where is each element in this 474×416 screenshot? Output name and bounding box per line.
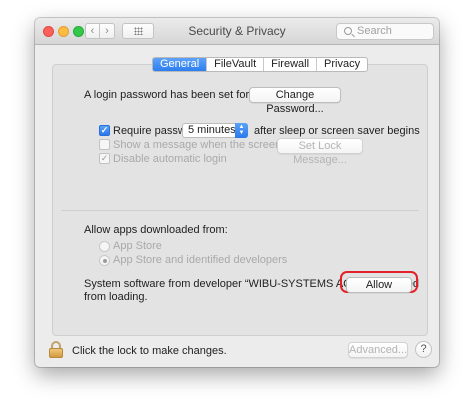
allow-apps-heading: Allow apps downloaded from: <box>84 224 228 236</box>
tab-privacy[interactable]: Privacy <box>316 58 367 71</box>
search-field[interactable]: Search <box>336 23 434 40</box>
radio-identified-developers-label: App Store and identified developers <box>113 254 288 266</box>
set-lock-message-button[interactable]: Set Lock Message... <box>277 138 363 166</box>
require-password-delay-select[interactable]: 5 minutes ▲ ▼ <box>182 123 248 138</box>
lock-icon[interactable] <box>49 341 63 358</box>
radio-app-store-label: App Store <box>113 240 162 252</box>
security-privacy-window: ‹ › Security & Privacy Search General Fi… <box>35 18 439 367</box>
disable-auto-login-label: Disable automatic login <box>113 153 227 165</box>
lock-text: Click the lock to make changes. <box>72 345 227 357</box>
title-bar: ‹ › Security & Privacy Search <box>35 18 439 45</box>
tab-filevault[interactable]: FileVault <box>206 58 263 71</box>
require-password-suffix: after sleep or screen saver begins <box>254 125 420 137</box>
radio-identified-developers[interactable] <box>99 255 110 266</box>
require-password-checkbox[interactable]: ✓ <box>99 125 110 136</box>
tab-general[interactable]: General <box>153 58 207 71</box>
radio-app-store[interactable] <box>99 241 110 252</box>
section-divider <box>61 210 419 211</box>
require-password-delay-value: 5 minutes <box>188 124 236 136</box>
search-icon <box>344 27 352 35</box>
lock-body <box>49 348 63 358</box>
tab-bar: General FileVault Firewall Privacy <box>152 57 369 72</box>
blocked-message-line2: from loading. <box>84 291 148 303</box>
select-arrows-icon: ▲ ▼ <box>235 123 248 138</box>
advanced-button[interactable]: Advanced... <box>348 342 408 358</box>
change-password-button[interactable]: Change Password... <box>249 87 341 115</box>
search-placeholder: Search <box>357 25 392 37</box>
allow-button[interactable]: Allow <box>346 277 412 293</box>
help-button[interactable]: ? <box>415 341 432 358</box>
tab-firewall[interactable]: Firewall <box>263 58 316 71</box>
show-message-checkbox[interactable] <box>99 139 110 150</box>
disable-auto-login-checkbox[interactable]: ✓ <box>99 153 110 164</box>
